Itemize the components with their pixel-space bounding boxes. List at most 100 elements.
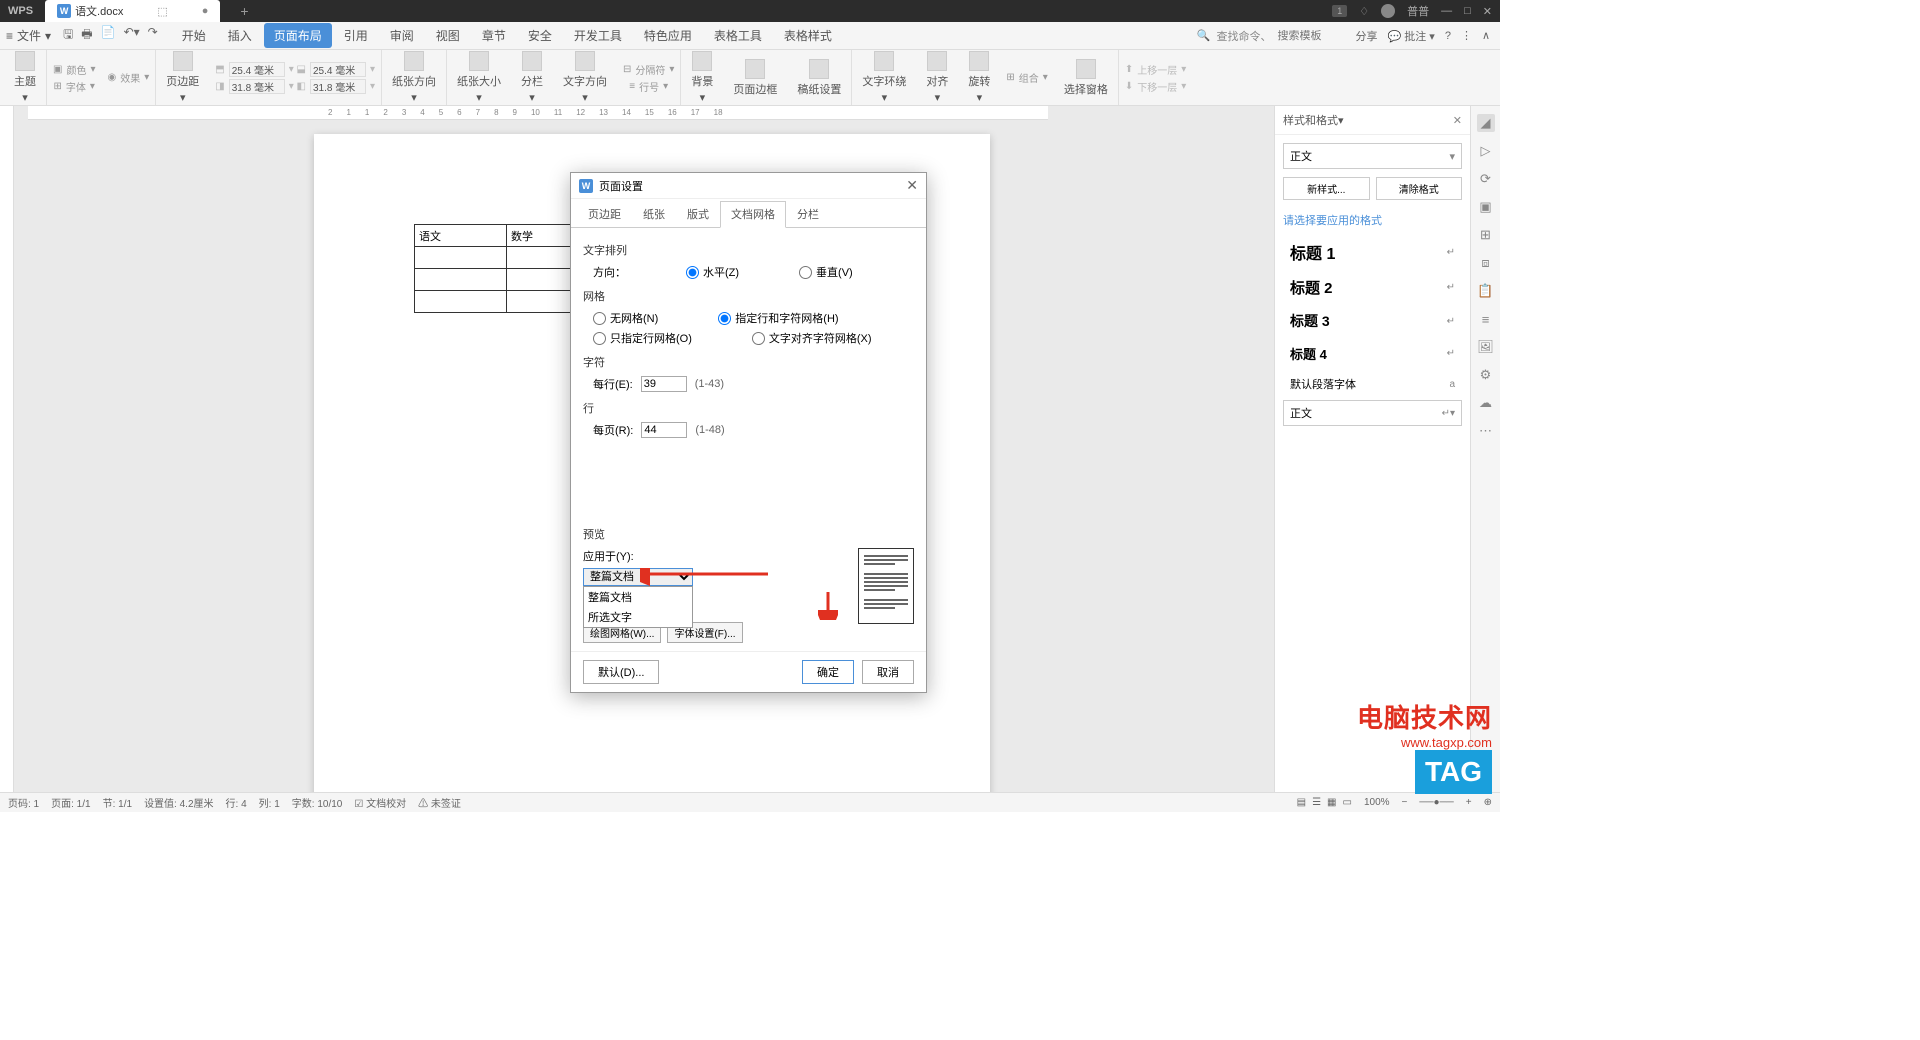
dlg-tab-paper[interactable]: 纸张 [632,201,676,227]
radio-line-char-grid[interactable]: 指定行和字符网格(H) [718,310,838,326]
style-default-font[interactable]: 默认段落字体a [1283,371,1462,397]
view-outline-icon[interactable]: ☰ [1312,797,1321,808]
dlg-tab-layout[interactable]: 版式 [676,201,720,227]
help-button[interactable]: ? [1445,30,1451,42]
tab-page-layout[interactable]: 页面布局 [264,23,332,48]
status-page[interactable]: 页码: 1 [8,795,39,810]
dlg-tab-grid[interactable]: 文档网格 [720,201,786,228]
file-menu[interactable]: ≡ 文件 ▾ [0,27,57,44]
zoom-level[interactable]: 100% [1364,797,1390,808]
current-style-selector[interactable]: 正文▾ [1283,143,1462,169]
notification-badge[interactable]: 1 [1332,5,1347,17]
apply-option-whole[interactable]: 整篇文档 [584,587,692,607]
view-read-icon[interactable]: ▭ [1343,797,1352,808]
ribbon-expand-icon[interactable]: ∧ [1482,29,1490,42]
dlg-tab-margin[interactable]: 页边距 [577,201,632,227]
style-body[interactable]: 正文↵▾ [1283,400,1462,426]
premium-icon[interactable]: ♢ [1359,5,1369,18]
text-direction-button[interactable]: 文字方向▾ [559,49,611,106]
status-position[interactable]: 设置值: 4.2厘米 [144,795,213,810]
radio-align-char-grid[interactable]: 文字对齐字符网格(X) [752,330,872,346]
theme-button[interactable]: 主题▾ [10,49,40,106]
dialog-titlebar[interactable]: W 页面设置 ✕ [571,173,926,199]
default-button[interactable]: 默认(D)... [583,660,659,684]
style-heading4[interactable]: 标题 4↵ [1283,339,1462,368]
zoom-slider[interactable]: ──●── [1419,797,1453,808]
tool-shapes-icon[interactable]: ▣ [1477,198,1495,216]
status-proof[interactable]: ☑ 文档校对 [354,795,406,810]
page-border-button[interactable]: 页面边框 [729,57,781,99]
align-button[interactable]: 对齐▾ [922,49,952,106]
undo-icon[interactable]: ↶▾ [124,25,140,46]
minimize-button[interactable]: — [1441,5,1452,17]
paper-setting-button[interactable]: 稿纸设置 [793,57,845,99]
margin-top-field[interactable]: ⬒ ▾ ⬓ ▾ [215,62,375,77]
tab-start[interactable]: 开始 [172,23,216,48]
tool-select-icon[interactable]: ▷ [1477,142,1495,160]
size-button[interactable]: 纸张大小▾ [453,49,505,106]
tab-review[interactable]: 审阅 [380,23,424,48]
breaks-button[interactable]: ⊟ 分隔符▾ [623,62,674,77]
margin-button[interactable]: 页边距▾ [162,49,203,106]
maximize-button[interactable]: □ [1464,5,1471,17]
cancel-button[interactable]: 取消 [862,660,914,684]
search-input[interactable] [1277,30,1337,42]
tool-doc-icon[interactable]: ≡ [1477,310,1495,328]
dialog-close-icon[interactable]: ✕ [906,177,918,194]
zoom-in-icon[interactable]: + [1466,797,1472,808]
tool-review-icon[interactable]: ⟳ [1477,170,1495,188]
command-search[interactable]: 🔍 查找命令、 [1197,28,1346,44]
fit-icon[interactable]: ⊕ [1484,797,1492,808]
tab-references[interactable]: 引用 [334,23,378,48]
background-button[interactable]: 背景▾ [687,49,717,106]
tab-close-icon[interactable]: ● [202,5,209,17]
table-cell[interactable] [415,269,507,291]
status-column[interactable]: 列: 1 [259,795,280,810]
radio-line-only-grid[interactable]: 只指定行网格(O) [593,330,692,346]
panel-close-icon[interactable]: ✕ [1453,114,1462,127]
collapse-ribbon-icon[interactable]: ⋮ [1461,29,1472,42]
radio-horizontal[interactable]: 水平(Z) [686,264,739,280]
document-tab[interactable]: W 语文.docx ⬚ ● [45,0,220,22]
tab-pin-icon[interactable]: ⬚ [157,5,167,18]
group-button[interactable]: ⊞ 组合▾ [1006,70,1047,85]
tool-more-icon[interactable]: ⋯ [1477,422,1495,440]
tool-cloud-icon[interactable]: ☁ [1477,394,1495,412]
tool-format-icon[interactable]: ◢ [1477,114,1495,132]
ok-button[interactable]: 确定 [802,660,854,684]
apply-to-select[interactable]: 整篇文档 [583,568,693,586]
wrap-button[interactable]: 文字环绕▾ [858,49,910,106]
theme-color[interactable]: ▣ 颜色▾ [53,62,95,77]
tab-features[interactable]: 特色应用 [634,23,702,48]
print-icon[interactable]: 🖶 [81,25,92,46]
style-heading3[interactable]: 标题 3↵ [1283,306,1462,336]
style-heading2[interactable]: 标题 2↵ [1283,272,1462,303]
theme-font[interactable]: ⊞ 字体▾ [54,79,95,94]
orientation-button[interactable]: 纸张方向▾ [388,49,440,106]
user-avatar[interactable] [1381,4,1395,18]
comment-button[interactable]: 💬 批注 ▾ [1387,28,1434,44]
clear-format-button[interactable]: 清除格式 [1376,177,1463,200]
tab-table-style[interactable]: 表格样式 [774,23,842,48]
radio-no-grid[interactable]: 无网格(N) [593,310,658,326]
tab-security[interactable]: 安全 [518,23,562,48]
tab-insert[interactable]: 插入 [218,23,262,48]
status-signature[interactable]: ⚠ 未签证 [418,795,461,810]
theme-effect[interactable]: ◉ 效果▾ [107,70,149,85]
dlg-tab-columns[interactable]: 分栏 [786,201,830,227]
save-icon[interactable]: 🖫 [63,25,73,46]
select-pane-button[interactable]: 选择窗格 [1060,57,1112,99]
preview-icon[interactable]: 📄 [101,25,116,46]
tab-table-tools[interactable]: 表格工具 [704,23,772,48]
table-cell[interactable] [415,291,507,313]
new-style-button[interactable]: 新样式... [1283,177,1370,200]
table-cell[interactable] [415,247,507,269]
tab-view[interactable]: 视图 [426,23,470,48]
style-heading1[interactable]: 标题 1↵ [1283,235,1462,269]
tool-field-icon[interactable]: ⧈ [1477,254,1495,272]
status-section[interactable]: 节: 1/1 [103,795,132,810]
table-cell[interactable]: 语文 [415,225,507,247]
per-page-input[interactable] [641,422,687,438]
tool-image-icon[interactable]: 🖼 [1477,338,1495,356]
redo-icon[interactable]: ↷ [148,25,158,46]
